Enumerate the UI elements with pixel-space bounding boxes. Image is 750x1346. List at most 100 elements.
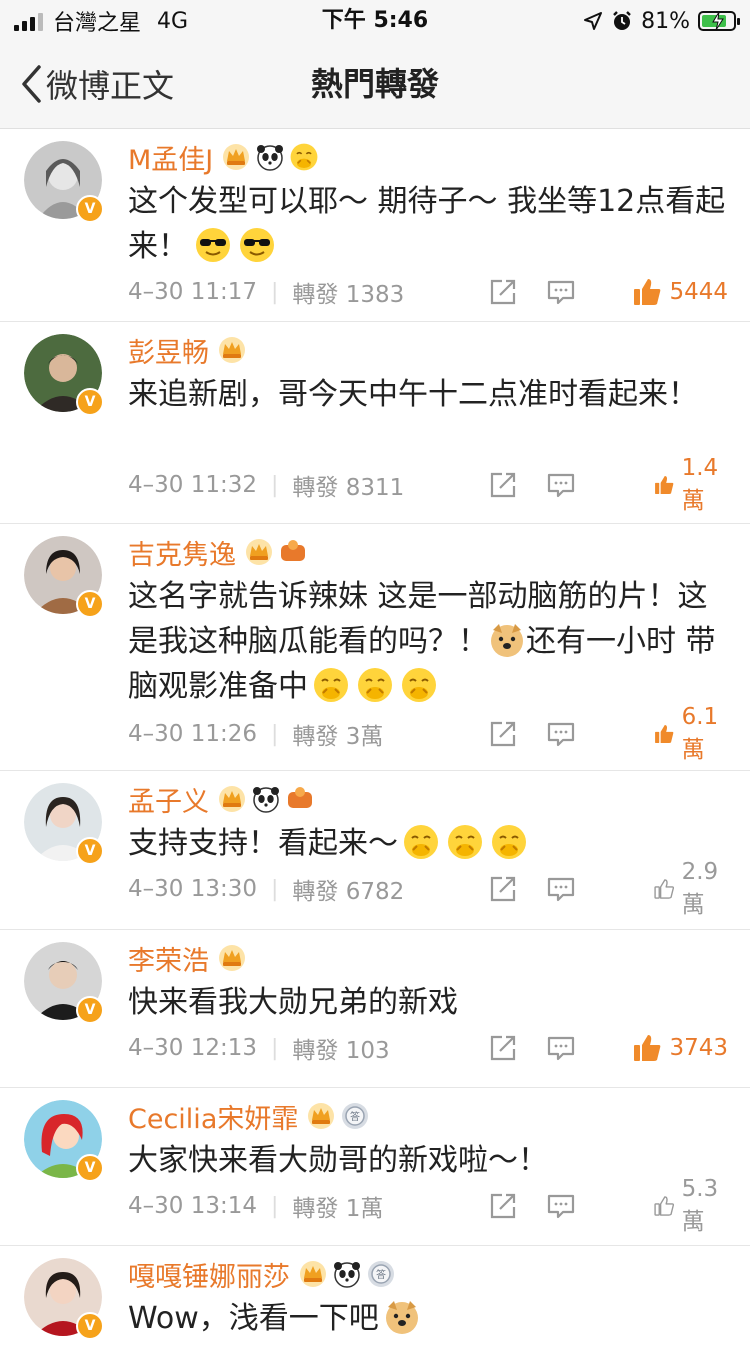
comment-text: 这个发型可以耶～ 期待子～ 我坐等12点看起来！ [128,184,726,264]
repost-count[interactable]: 轉發 1383 [292,275,404,309]
share-icon [490,1035,516,1061]
timestamp: 4–30 11:32 [128,472,257,498]
like-button[interactable]: 2.9 萬 [653,859,728,919]
hug-emoji-icon [490,823,528,861]
avatar[interactable]: V [24,141,104,223]
crown-icon [244,537,274,567]
name-row: M孟佳J [128,137,319,177]
timestamp: 4–30 11:26 [128,721,257,747]
location-icon [584,12,603,30]
like-count: 3743 [669,1035,728,1061]
alarm-icon [613,11,631,30]
share-button[interactable] [488,277,518,307]
avatar[interactable]: V [24,1258,104,1340]
verified-icon: V [76,837,104,865]
verified-icon: V [76,1312,104,1340]
name-row: 李荣浩 [128,938,247,978]
like-count: 2.9 萬 [681,859,719,918]
share-button[interactable] [488,874,518,904]
like-icon [655,724,674,744]
user-name[interactable]: 李荣浩 [128,939,209,978]
comment-button[interactable] [546,1191,576,1221]
repost-count[interactable]: 轉發 1萬 [292,1189,383,1223]
hug-emoji-icon [446,823,484,861]
user-name[interactable]: Cecilia宋妍霏 [128,1097,298,1136]
hug-emoji-icon [400,666,438,704]
comment-text: 支持支持！看起来～ [128,821,728,866]
verified-icon: V [76,388,104,416]
avatar[interactable]: V [24,783,104,865]
repost-list: V M孟佳J 这个发型可以耶～ 期待子～ 我坐等12点看起来！ 4–30 11:… [0,129,750,1346]
like-icon [655,475,674,495]
user-name[interactable]: 嘎嘎锤娜丽莎 [128,1255,290,1294]
like-button[interactable]: 6.1 萬 [653,704,728,764]
comment-text: 大家快来看大勋哥的新戏啦～！ [128,1143,548,1178]
like-button[interactable]: 5.3 萬 [653,1176,728,1236]
battery-icon [698,11,740,31]
like-icon [634,279,661,305]
verified-icon: V [76,195,104,223]
emoji-icon [289,142,319,172]
list-item: V 嘎嘎锤娜丽莎 Wow，浅看一下吧 [0,1245,750,1346]
share-button[interactable] [488,470,518,500]
nav-bar: 微博正文 熱門轉發 [0,44,750,129]
cool-emoji-icon [238,226,276,264]
like-icon [634,1035,661,1061]
like-button[interactable]: 5444 [631,276,728,308]
comment-button[interactable] [546,1033,576,1063]
share-button[interactable] [488,1191,518,1221]
like-count: 1.4 萬 [681,455,719,514]
comment-button[interactable] [546,874,576,904]
avatar[interactable]: V [24,1100,104,1182]
share-icon [490,472,516,498]
name-row: Cecilia宋妍霏 [128,1096,370,1136]
doge-emoji-icon [488,621,526,659]
verified-icon: V [76,996,104,1024]
hug-emoji-icon [356,666,394,704]
crown-icon [306,1101,336,1131]
like-count: 5444 [669,279,728,305]
user-name[interactable]: 孟子义 [128,780,209,819]
comment-button[interactable] [546,719,576,749]
share-button[interactable] [488,719,518,749]
like-button[interactable]: 3743 [631,1032,728,1064]
user-name[interactable]: 彭昱畅 [128,331,209,370]
meta-row: 4–30 11:32 | 轉發 8311 1.4 萬 [128,455,728,514]
timestamp: 4–30 13:30 [128,876,257,902]
fan-badge-icon [285,784,315,814]
crown-icon [217,784,247,814]
name-row: 孟子义 [128,779,315,819]
comment-icon [547,877,575,902]
list-item: V M孟佳J 这个发型可以耶～ 期待子～ 我坐等12点看起来！ 4–30 11:… [0,129,750,321]
comment-button[interactable] [546,470,576,500]
timestamp: 4–30 12:13 [128,1035,257,1061]
avatar[interactable]: V [24,334,104,416]
repost-count[interactable]: 轉發 6782 [292,872,404,906]
avatar[interactable]: V [24,942,104,1024]
avatar[interactable]: V [24,536,104,618]
crown-icon [298,1259,328,1289]
crown-icon [217,335,247,365]
like-button[interactable]: 1.4 萬 [653,455,728,515]
meta-row: 4–30 11:17 | 轉發 1383 5444 [128,272,728,312]
user-name[interactable]: M孟佳J [128,138,213,177]
page-title: 熱門轉發 [310,65,439,103]
like-count: 6.1 萬 [681,704,719,763]
comment-icon [547,1194,575,1219]
share-icon [490,721,516,747]
list-item: V Cecilia宋妍霏 大家快来看大勋哥的新戏啦～！ 4–30 13:14 |… [0,1087,750,1245]
share-icon [490,1193,516,1219]
meta-row: 4–30 13:14 | 轉發 1萬 5.3 萬 [128,1176,728,1235]
repost-count[interactable]: 轉發 103 [292,1031,389,1065]
repost-count[interactable]: 轉發 3萬 [292,717,383,751]
verified-icon: V [76,1154,104,1182]
battery-percent: 81% [641,8,690,34]
comment-icon [547,722,575,747]
user-name[interactable]: 吉克隽逸 [128,533,236,572]
panda-icon [332,1259,362,1289]
list-item: V 孟子义 支持支持！看起来～ 4–30 13:30 | 轉發 6782 2.9… [0,770,750,929]
repost-count[interactable]: 轉發 8311 [292,468,404,502]
comment-button[interactable] [546,277,576,307]
share-button[interactable] [488,1033,518,1063]
status-right: 81% [583,6,740,36]
